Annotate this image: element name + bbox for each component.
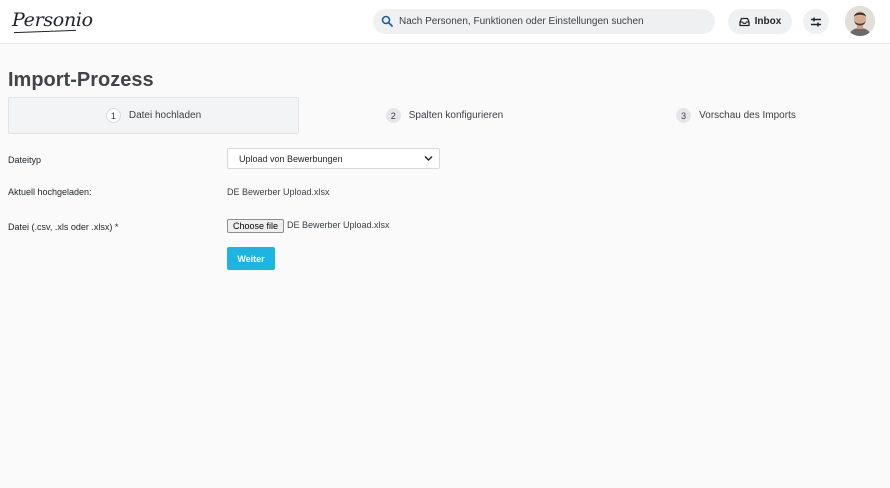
step-number: 1 [105, 108, 121, 123]
file-input-label: Datei (.csv, .xls oder .xlsx) * [8, 222, 119, 232]
step-label: Vorschau des Imports [699, 110, 796, 121]
step-import-preview[interactable]: 3 Vorschau des Imports [590, 97, 882, 134]
file-type-select[interactable]: Upload von Bewerbungen [227, 148, 440, 169]
continue-button[interactable]: Weiter [227, 247, 275, 270]
settings-filter-button[interactable] [803, 9, 829, 34]
search-icon [381, 15, 393, 27]
step-upload-file[interactable]: 1 Datei hochladen [8, 97, 299, 134]
search-bar[interactable] [373, 9, 715, 34]
file-type-label: Dateityp [8, 155, 42, 165]
chevron-down-icon [424, 156, 433, 161]
inbox-label: Inbox [754, 16, 782, 27]
inbox-button[interactable]: Inbox [728, 9, 792, 34]
user-avatar[interactable] [845, 6, 875, 36]
step-number: 2 [385, 108, 401, 123]
step-label: Spalten konfigurieren [408, 110, 504, 121]
personio-logo[interactable]: Personio [12, 9, 93, 31]
avatar-portrait-icon [845, 6, 875, 36]
page-title: Import-Prozess [8, 69, 154, 91]
filter-icon [811, 17, 821, 26]
top-bar: Personio Inbox [0, 0, 890, 44]
step-configure-columns[interactable]: 2 Spalten konfigurieren [299, 97, 590, 134]
current-upload-label: Aktuell hochgeladen: [8, 187, 92, 197]
inbox-icon [739, 17, 750, 26]
file-type-value: Upload von Bewerbungen [239, 153, 343, 164]
import-stepper: 1 Datei hochladen 2 Spalten konfiguriere… [8, 97, 882, 134]
choose-file-button[interactable]: Choose file [227, 219, 284, 233]
current-upload-value: DE Bewerber Upload.xlsx [227, 187, 330, 197]
chosen-file-name: DE Bewerber Upload.xlsx [287, 220, 390, 230]
step-label: Datei hochladen [128, 110, 202, 121]
step-number: 3 [676, 108, 692, 123]
search-input[interactable] [399, 9, 705, 34]
